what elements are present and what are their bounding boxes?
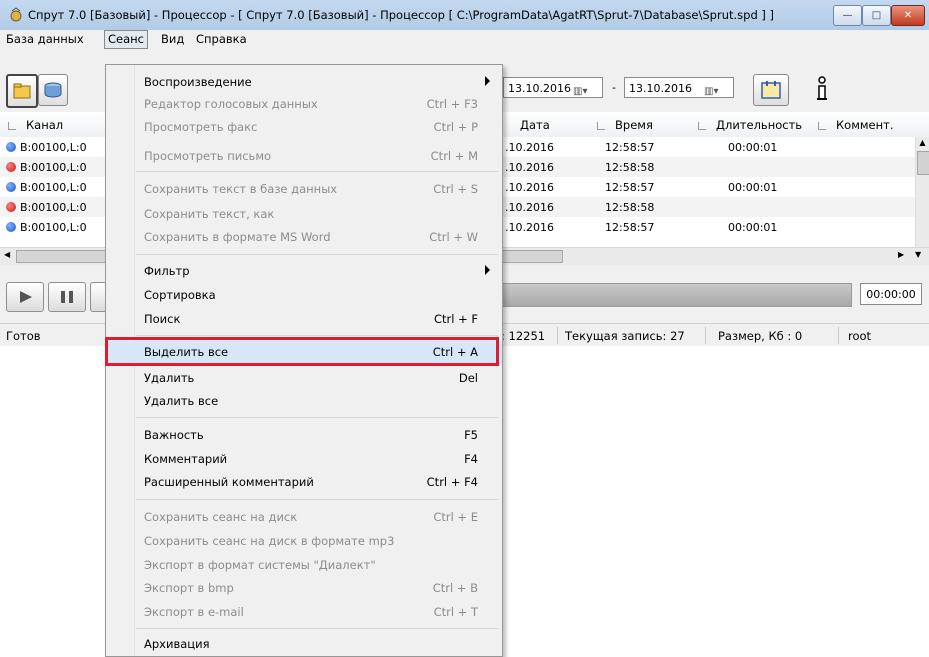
status-dot-icon	[6, 162, 16, 172]
play-icon	[20, 291, 32, 303]
menu-item-save-word[interactable]: Сохранить в формате MS Word Ctrl + W	[106, 226, 502, 248]
status-dot-icon	[6, 202, 16, 212]
column-header-comment[interactable]: Коммент.	[818, 118, 894, 132]
calendar-book-icon	[761, 81, 781, 99]
status-size: Размер, Кб : 0	[718, 329, 803, 343]
menu-item-sort[interactable]: Сортировка	[106, 284, 502, 306]
menu-item-view-letter[interactable]: Просмотреть письмо Ctrl + M	[106, 145, 502, 167]
cell-channel: B:00100,L:0	[20, 221, 87, 234]
menu-database[interactable]: База данных	[6, 32, 84, 46]
menu-item-save-text-db[interactable]: Сохранить текст в базе данных Ctrl + S	[106, 178, 502, 200]
calendar-dropdown-icon[interactable]: ▥▾	[704, 81, 730, 97]
menu-item-save-text-as[interactable]: Сохранить текст, как	[106, 203, 502, 225]
cell-date: .10.2016	[505, 201, 554, 214]
cell-duration: 00:00:01	[728, 221, 778, 234]
playback-progress[interactable]	[500, 283, 852, 307]
stack-icon	[44, 82, 62, 98]
cell-time: 12:58:57	[605, 181, 655, 194]
pause-icon	[61, 291, 73, 303]
column-header-date[interactable]: Дата	[520, 118, 550, 132]
window-title: Спрут 7.0 [Базовый] - Процессор - [ Спру…	[28, 8, 775, 22]
date-to-value: 13.10.2016	[629, 82, 692, 95]
menu-item-export-email[interactable]: Экспорт в e-mail Ctrl + T	[106, 601, 502, 623]
cell-date: .10.2016	[505, 161, 554, 174]
cell-channel: B:00100,L:0	[20, 141, 87, 154]
cell-date: .10.2016	[505, 141, 554, 154]
calendar-dropdown-icon[interactable]: ▥▾	[573, 81, 599, 97]
menu-item-delete[interactable]: Удалить Del	[106, 367, 502, 389]
menu-help[interactable]: Справка	[196, 32, 247, 46]
menu-item-save-mp3[interactable]: Сохранить сеанс на диск в формате mp3	[106, 530, 502, 552]
menu-view[interactable]: Вид	[161, 32, 184, 46]
cell-duration: 00:00:01	[728, 141, 778, 154]
folder-db-icon	[13, 83, 31, 99]
status-count: : 12251	[501, 329, 546, 343]
status-ready: Готов	[6, 329, 41, 343]
status-dot-icon	[6, 142, 16, 152]
pause-button[interactable]	[48, 282, 86, 312]
app-icon	[10, 7, 22, 22]
cell-time: 12:58:57	[605, 141, 655, 154]
database-button[interactable]	[38, 74, 68, 106]
menu-item-comment[interactable]: Комментарий F4	[106, 448, 502, 470]
column-header-time[interactable]: Время	[597, 118, 653, 132]
menu-item-save-disk[interactable]: Сохранить сеанс на диск Ctrl + E	[106, 506, 502, 528]
menu-item-search[interactable]: Поиск Ctrl + F	[106, 308, 502, 330]
menu-session[interactable]: Сеанс	[104, 30, 148, 49]
status-dot-icon	[6, 222, 16, 232]
scroll-down-icon[interactable]: ▼	[915, 250, 921, 259]
menu-item-extended-comment[interactable]: Расширенный комментарий Ctrl + F4	[106, 471, 502, 493]
menu-item-export-bmp[interactable]: Экспорт в bmp Ctrl + B	[106, 577, 502, 599]
cell-time: 12:58:58	[605, 201, 655, 214]
scroll-up-icon[interactable]: ▲	[917, 138, 928, 148]
cell-date: .10.2016	[505, 221, 554, 234]
minimize-button[interactable]: —	[833, 5, 862, 26]
close-button[interactable]: ✕	[891, 5, 925, 26]
title-bar[interactable]: Спрут 7.0 [Базовый] - Процессор - [ Спру…	[0, 0, 929, 31]
submenu-arrow-icon	[485, 76, 490, 86]
cell-channel: B:00100,L:0	[20, 181, 87, 194]
cell-time: 12:58:58	[605, 161, 655, 174]
scroll-left-icon[interactable]: ◀	[4, 250, 10, 259]
info-icon[interactable]	[815, 76, 829, 102]
menu-bar: База данных Сеанс Вид Справка	[0, 30, 929, 49]
menu-item-archive[interactable]: Архивация	[106, 633, 502, 655]
date-from-field[interactable]: 13.10.2016 ▥▾	[503, 77, 603, 98]
menu-item-voice-editor[interactable]: Редактор голосовых данных Ctrl + F3	[106, 93, 502, 115]
status-current-record: Текущая запись: 27	[565, 329, 685, 343]
status-dot-icon	[6, 182, 16, 192]
scroll-thumb[interactable]	[917, 151, 929, 175]
status-user: root	[848, 329, 872, 343]
menu-item-view-fax[interactable]: Просмотреть факс Ctrl + P	[106, 116, 502, 138]
menu-item-delete-all[interactable]: Удалить все	[106, 390, 502, 412]
date-to-field[interactable]: 13.10.2016 ▥▾	[624, 77, 734, 98]
cell-date: .10.2016	[505, 181, 554, 194]
cell-duration: 00:00:01	[728, 181, 778, 194]
date-separator: -	[612, 81, 616, 94]
cell-channel: B:00100,L:0	[20, 161, 87, 174]
report-button[interactable]	[753, 74, 789, 106]
cell-time: 12:58:57	[605, 221, 655, 234]
menu-item-export-dialect[interactable]: Экспорт в формат системы "Диалект"	[106, 554, 502, 576]
database-open-button[interactable]	[6, 74, 38, 108]
menu-item-playback[interactable]: Воспроизведение	[106, 71, 502, 93]
menu-item-filter[interactable]: Фильтр	[106, 260, 502, 282]
scroll-right-icon[interactable]: ▶	[898, 250, 904, 259]
maximize-button[interactable]: □	[862, 5, 891, 26]
submenu-arrow-icon	[485, 265, 490, 275]
cell-channel: B:00100,L:0	[20, 201, 87, 214]
vertical-scrollbar[interactable]: ▲	[915, 137, 929, 247]
date-from-value: 13.10.2016	[508, 82, 571, 95]
column-header-channel[interactable]: Канал	[8, 118, 63, 132]
menu-item-importance[interactable]: Важность F5	[106, 424, 502, 446]
column-header-duration[interactable]: Длительность	[698, 118, 802, 132]
playback-time: 00:00:00	[860, 283, 922, 305]
select-all-highlight-frame	[105, 337, 499, 366]
play-button[interactable]	[6, 282, 44, 312]
